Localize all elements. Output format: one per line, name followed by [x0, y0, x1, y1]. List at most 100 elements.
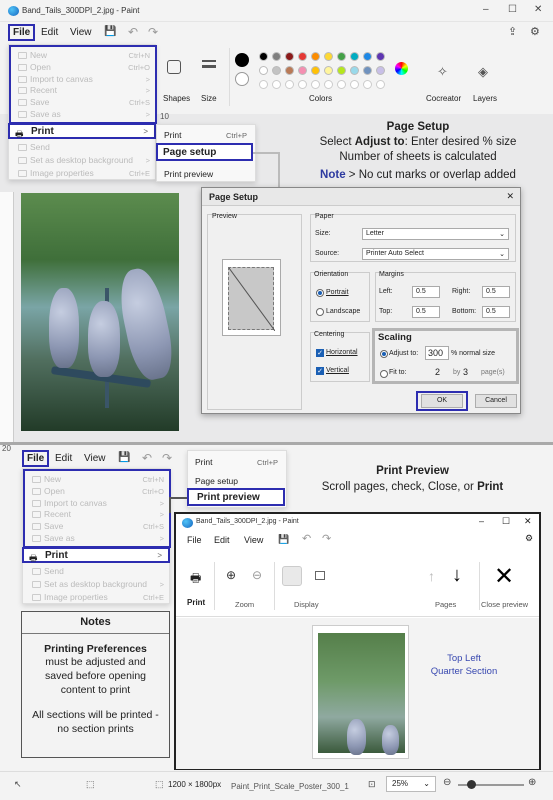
minimize-button[interactable]: –	[479, 516, 484, 526]
print-menu-item[interactable]: 🖶 Print >	[8, 123, 156, 139]
file-menu-item[interactable]: Open Ctrl+O	[8, 62, 156, 73]
custom-color-swatch[interactable]	[363, 80, 372, 89]
cancel-button[interactable]: Cancel	[475, 394, 517, 408]
color-swatch[interactable]	[376, 52, 385, 61]
submenu-print-preview[interactable]: Print preview	[164, 169, 213, 179]
custom-color-swatch[interactable]	[311, 80, 320, 89]
color-swatch[interactable]	[311, 52, 320, 61]
dialog-close-icon[interactable]: ✕	[506, 191, 514, 202]
zoom-out-icon[interactable]: ⊖	[252, 568, 262, 582]
edit-menu[interactable]: Edit	[214, 535, 230, 545]
file-menu-item[interactable]: Send	[8, 142, 156, 153]
fit-to-tall-value[interactable]: 3	[463, 367, 468, 377]
file-menu[interactable]: File	[187, 535, 202, 545]
bottom-margin-input[interactable]: 0.5	[482, 306, 510, 318]
custom-color-swatch[interactable]	[298, 80, 307, 89]
settings-gear-icon[interactable]: ⚙	[525, 533, 533, 544]
print-button[interactable]: Print	[187, 598, 205, 607]
submenu-page-setup[interactable]: Page setup	[195, 476, 238, 486]
top-margin-input[interactable]: 0.5	[412, 306, 440, 318]
secondary-color[interactable]	[235, 72, 249, 86]
maximize-button[interactable]: ☐	[508, 4, 517, 15]
zoom-in-icon[interactable]: ⊕	[528, 777, 536, 788]
share-icon[interactable]: ⇪	[508, 25, 517, 38]
file-menu-item[interactable]: New Ctrl+N	[22, 474, 170, 485]
redo-icon[interactable]: ↷	[322, 532, 331, 545]
file-menu-item[interactable]: Image properties Ctrl+E	[22, 592, 170, 603]
color-swatch[interactable]	[324, 52, 333, 61]
vertical-checkbox[interactable]: ✓	[316, 367, 324, 375]
two-page-view-icon[interactable]	[315, 571, 325, 580]
close-preview-button[interactable]: Close preview	[481, 600, 528, 609]
edit-menu-lower[interactable]: Edit	[55, 453, 72, 464]
submenu-print[interactable]: Print	[164, 130, 181, 140]
undo-icon[interactable]: ↶	[302, 532, 311, 545]
file-menu-item[interactable]: Save as >	[22, 533, 170, 544]
custom-color-swatch[interactable]	[376, 80, 385, 89]
color-swatch[interactable]	[298, 66, 307, 75]
color-swatch[interactable]	[363, 66, 372, 75]
color-swatch[interactable]	[376, 66, 385, 75]
file-menu-item[interactable]: Save as >	[8, 109, 156, 120]
color-swatch[interactable]	[272, 66, 281, 75]
file-menu-item[interactable]: Set as desktop background >	[8, 155, 156, 166]
horizontal-checkbox[interactable]: ✓	[316, 349, 324, 357]
close-preview-icon[interactable]: ✕	[494, 562, 514, 591]
view-menu-lower[interactable]: View	[84, 453, 106, 464]
color-swatch[interactable]	[324, 66, 333, 75]
file-menu-item[interactable]: Recent >	[22, 509, 170, 520]
ok-button[interactable]: OK	[421, 394, 463, 408]
paper-size-select[interactable]: Letter ⌄	[362, 228, 509, 240]
paper-source-select[interactable]: Printer Auto Select ⌄	[362, 248, 509, 260]
fit-to-window-icon[interactable]: ⊡	[368, 779, 376, 790]
file-menu-item[interactable]: Import to canvas >	[22, 498, 170, 509]
custom-color-swatch[interactable]	[337, 80, 346, 89]
color-swatch[interactable]	[337, 66, 346, 75]
settings-gear-icon[interactable]: ⚙	[530, 25, 540, 38]
zoom-slider-thumb[interactable]	[467, 780, 476, 789]
fit-to-radio[interactable]	[380, 370, 388, 378]
redo-icon[interactable]: ↷	[162, 451, 172, 465]
color-swatch[interactable]	[363, 52, 372, 61]
file-menu-item[interactable]: Open Ctrl+O	[22, 486, 170, 497]
color-swatch[interactable]	[311, 66, 320, 75]
zoom-in-icon[interactable]: ⊕	[226, 568, 236, 582]
shapes-icon[interactable]	[167, 60, 181, 74]
print-menu-item-lower[interactable]: 🖶 Print >	[22, 547, 170, 563]
color-swatch[interactable]	[272, 52, 281, 61]
zoom-select[interactable]: 25% ⌄	[386, 776, 436, 792]
right-margin-input[interactable]: 0.5	[482, 286, 510, 298]
undo-icon[interactable]: ↶	[142, 451, 152, 465]
file-menu-item[interactable]: New Ctrl+N	[8, 50, 156, 61]
close-button[interactable]: ✕	[524, 516, 532, 527]
save-icon[interactable]: 💾	[104, 26, 116, 37]
file-menu-item[interactable]: Set as desktop background >	[22, 579, 170, 590]
redo-icon[interactable]: ↷	[148, 25, 158, 39]
print-preview-menu-item[interactable]: Print preview	[187, 488, 285, 506]
custom-color-swatch[interactable]	[272, 80, 281, 89]
color-swatch[interactable]	[259, 52, 268, 61]
landscape-radio[interactable]	[316, 308, 324, 316]
maximize-button[interactable]: ☐	[502, 516, 510, 527]
color-picker-icon[interactable]	[395, 62, 408, 75]
printer-icon[interactable]: 🖶	[190, 569, 201, 590]
adjust-to-input[interactable]: 300	[425, 346, 449, 360]
color-swatch[interactable]	[350, 52, 359, 61]
custom-color-swatch[interactable]	[259, 80, 268, 89]
file-menu-item[interactable]: Send	[22, 566, 170, 577]
size-icon[interactable]	[202, 60, 216, 68]
page-setup-menu-item[interactable]: Page setup	[156, 143, 253, 161]
primary-color[interactable]	[235, 53, 249, 67]
view-menu[interactable]: View	[244, 535, 263, 545]
submenu-print[interactable]: Print	[195, 457, 212, 467]
file-menu-item[interactable]: Save Ctrl+S	[8, 97, 156, 108]
color-swatch[interactable]	[350, 66, 359, 75]
portrait-radio[interactable]	[316, 289, 324, 297]
color-swatch[interactable]	[298, 52, 307, 61]
cocreator-icon[interactable]: ✧	[437, 64, 448, 80]
close-button[interactable]: ✕	[534, 4, 542, 15]
save-icon[interactable]: 💾	[118, 452, 130, 463]
file-menu-item[interactable]: Image properties Ctrl+E	[8, 168, 156, 179]
undo-icon[interactable]: ↶	[128, 25, 138, 39]
file-menu-item[interactable]: Save Ctrl+S	[22, 521, 170, 532]
